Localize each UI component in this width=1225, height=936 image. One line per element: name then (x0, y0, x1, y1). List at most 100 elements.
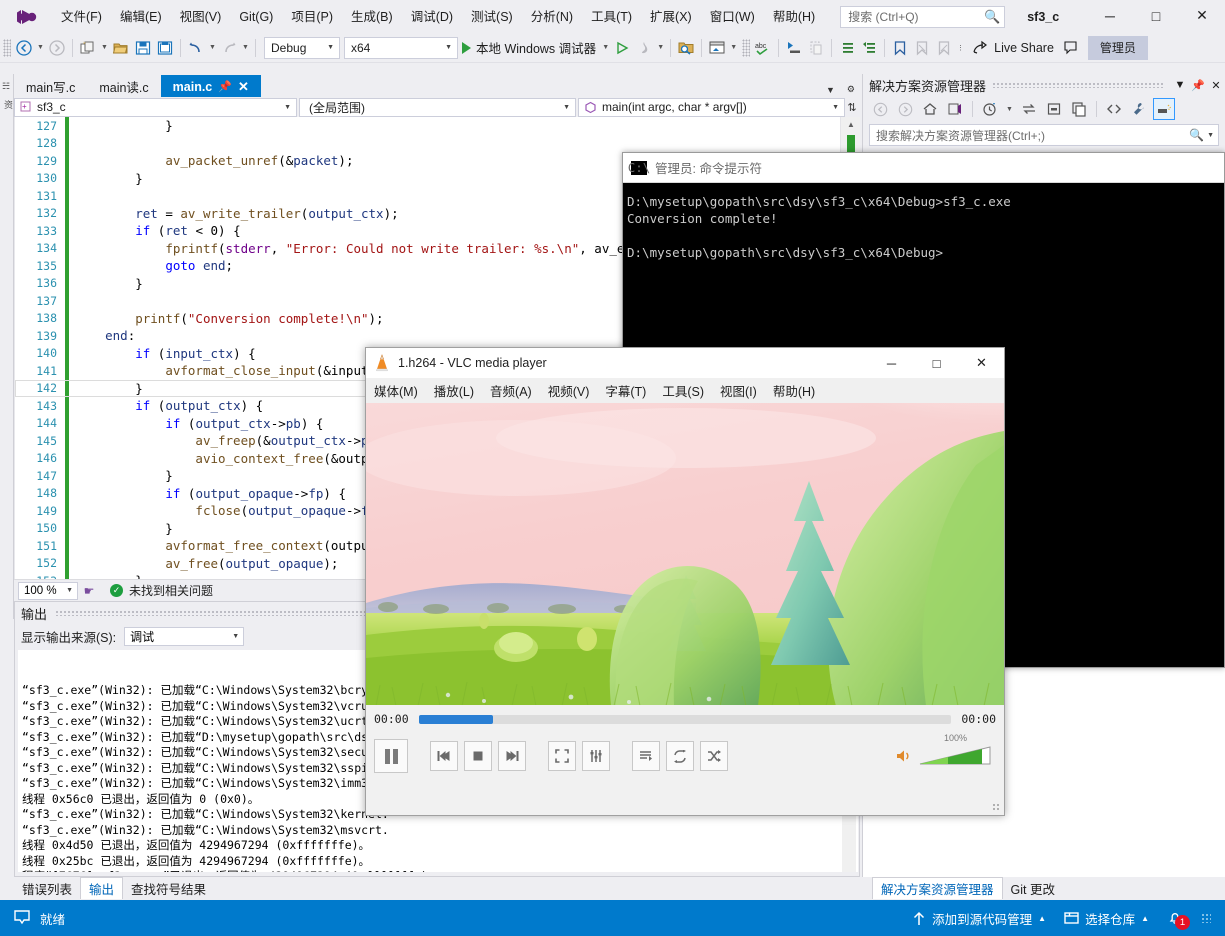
vlc-menu-playback[interactable]: 播放(L) (434, 381, 474, 400)
menu-tools[interactable]: 工具(T) (582, 4, 641, 30)
menu-extensions[interactable]: 扩展(X) (641, 4, 701, 30)
hot-reload-icon[interactable] (633, 37, 655, 59)
live-share-button[interactable]: Live Share (966, 40, 1060, 56)
add-to-source-control-button[interactable]: 添加到源代码管理 ▲ (912, 909, 1046, 928)
vs-maximize-button[interactable]: □ (1133, 0, 1179, 31)
previous-button[interactable] (430, 741, 458, 771)
vlc-video-surface[interactable] (366, 403, 1004, 706)
command-prompt-titlebar[interactable]: C:\ 管理员: 命令提示符 (623, 153, 1224, 183)
menu-edit[interactable]: 编辑(E) (111, 4, 171, 30)
pending-changes-dropdown[interactable]: ▼ (1004, 98, 1015, 120)
output-source-combo[interactable]: 调试 ▼ (124, 626, 245, 646)
close-icon[interactable]: ✕ (1207, 75, 1225, 95)
new-project-icon[interactable] (77, 37, 99, 59)
select-repository-button[interactable]: 选择仓库 ▲ (1064, 909, 1149, 928)
vlc-media-player-window[interactable]: 1.h264 - VLC media player ─ □ ✕ 媒体(M) 播放… (365, 347, 1005, 816)
view-code-icon[interactable] (1103, 98, 1125, 120)
tab-main-write-c[interactable]: main写.c (14, 75, 88, 98)
sync-with-active-document-icon[interactable] (1018, 98, 1040, 120)
close-icon[interactable]: ✕ (238, 79, 249, 95)
config-combo[interactable]: Debug ▼ (264, 36, 340, 59)
start-debug-button[interactable]: 本地 Windows 调试器 (458, 36, 600, 60)
chevron-down-icon[interactable]: ▼ (821, 85, 840, 95)
platform-combo[interactable]: x64 ▼ (344, 36, 458, 59)
pending-changes-icon[interactable] (979, 98, 1001, 120)
undo-dropdown[interactable]: ▼ (207, 37, 218, 59)
bottom-tab-output[interactable]: 输出 (80, 877, 124, 899)
navigate-forward-icon[interactable] (46, 37, 68, 59)
tab-main-read-c[interactable]: main读.c (87, 75, 161, 98)
vlc-menu-tools[interactable]: 工具(S) (662, 381, 704, 400)
solution-window-dropdown[interactable]: ▼ (728, 37, 739, 59)
menu-debug[interactable]: 调试(D) (402, 4, 462, 30)
vlc-titlebar[interactable]: 1.h264 - VLC media player ─ □ ✕ (366, 348, 1004, 378)
undo-icon[interactable] (185, 37, 207, 59)
menu-help[interactable]: 帮助(H) (764, 4, 824, 30)
toolbar-grip-2[interactable] (742, 38, 751, 57)
forward-icon[interactable] (894, 98, 916, 120)
loop-button[interactable] (666, 741, 694, 771)
playlist-button[interactable] (632, 741, 660, 771)
vs-close-button[interactable]: ✕ (1179, 0, 1225, 31)
vlc-close-button[interactable]: ✕ (959, 348, 1004, 378)
back-icon[interactable] (869, 98, 891, 120)
effects-button[interactable] (582, 741, 610, 771)
menu-project[interactable]: 项目(P) (282, 4, 342, 30)
stop-button[interactable] (464, 741, 492, 771)
switch-view-icon[interactable] (944, 98, 966, 120)
chevron-down-icon[interactable]: ▼ (1207, 132, 1214, 139)
menu-test[interactable]: 测试(S) (462, 4, 522, 30)
home-icon[interactable] (919, 98, 941, 120)
previous-bookmark-icon[interactable] (911, 37, 933, 59)
redo-dropdown[interactable]: ▼ (240, 37, 251, 59)
pin-icon[interactable]: 📌 (1189, 75, 1207, 95)
comment-selection-icon[interactable] (783, 37, 805, 59)
play-pause-button[interactable] (374, 739, 408, 773)
navigate-backward-icon[interactable] (13, 37, 35, 59)
bottom-tab-find-symbol-results[interactable]: 查找符号结果 (123, 877, 214, 900)
next-bookmark-icon[interactable] (933, 37, 955, 59)
solution-explorer-grip[interactable] (992, 82, 1165, 88)
start-debug-dropdown[interactable]: ▼ (600, 37, 611, 59)
tab-main-c[interactable]: main.c 📌 ✕ (160, 75, 261, 98)
menu-view[interactable]: 视图(V) (171, 4, 231, 30)
menu-git[interactable]: Git(G) (230, 4, 282, 30)
bottom-tab-error-list[interactable]: 错误列表 (14, 877, 80, 900)
collapse-all-icon[interactable] (1043, 98, 1065, 120)
bookmarks-overflow[interactable]: ⋮ (955, 37, 966, 59)
command-prompt-output[interactable]: D:\mysetup\gopath\src\dsy\sf3_c\x64\Debu… (623, 183, 1224, 261)
vlc-menu-audio[interactable]: 音频(A) (490, 381, 532, 400)
intellisense-icon[interactable]: ☛ (78, 584, 100, 598)
open-file-icon[interactable] (110, 37, 132, 59)
status-resize-grip[interactable] (1201, 913, 1211, 923)
save-icon[interactable] (132, 37, 154, 59)
vlc-menu-subtitle[interactable]: 字幕(T) (605, 381, 646, 400)
chevron-down-icon[interactable]: ▼ (1171, 75, 1189, 95)
pin-icon[interactable]: 📌 (218, 80, 232, 93)
vlc-menu-view[interactable]: 视图(I) (720, 381, 757, 400)
solution-window-icon[interactable] (706, 37, 728, 59)
decrease-indent-icon[interactable] (858, 37, 880, 59)
toggle-bookmark-icon[interactable] (889, 37, 911, 59)
feedback-icon[interactable] (1060, 37, 1082, 59)
vlc-menu-media[interactable]: 媒体(M) (374, 381, 418, 400)
vs-minimize-button[interactable]: ─ (1087, 0, 1133, 31)
split-view-icon[interactable]: ⇅ (845, 101, 859, 114)
fullscreen-button[interactable] (548, 741, 576, 771)
gear-icon[interactable]: ⚙ (842, 84, 860, 95)
uncomment-selection-icon[interactable] (805, 37, 827, 59)
menu-file[interactable]: 文件(F) (52, 4, 111, 30)
notifications-button[interactable]: 1 (1167, 910, 1190, 930)
search-folder-icon[interactable] (675, 37, 697, 59)
zoom-combo[interactable]: 100 % ▼ (18, 581, 78, 600)
shuffle-button[interactable] (700, 741, 728, 771)
scope-combo[interactable]: (全局范围) ▼ (299, 97, 576, 117)
vlc-seek-slider[interactable] (418, 714, 952, 724)
solution-explorer-search-input[interactable]: 搜索解决方案资源管理器(Ctrl+;) 🔍 ▼ (869, 124, 1219, 146)
vlc-minimize-button[interactable]: ─ (869, 348, 914, 378)
vs-search-box[interactable]: 搜索 (Ctrl+Q) 🔍 (840, 5, 1006, 28)
toolbox-rail-icon[interactable]: ☵ (2, 82, 12, 92)
preview-selected-items-icon[interactable] (1153, 98, 1175, 120)
start-without-debug-icon[interactable] (611, 37, 633, 59)
properties-icon[interactable] (1128, 98, 1150, 120)
